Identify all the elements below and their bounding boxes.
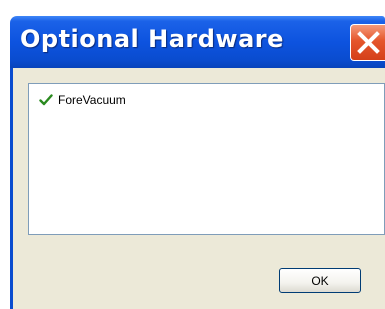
list-item-label: ForeVacuum — [58, 93, 126, 107]
list-item-forevacuum[interactable]: ForeVacuum — [39, 92, 126, 108]
hardware-list[interactable]: ForeVacuum — [28, 83, 385, 235]
window-title: Optional Hardware — [20, 25, 284, 53]
dialog-body: ForeVacuum OK — [10, 68, 385, 309]
checkmark-icon — [39, 94, 53, 106]
title-bar[interactable]: Optional Hardware — [10, 16, 385, 68]
close-button[interactable] — [350, 24, 385, 61]
ok-button[interactable]: OK — [279, 268, 361, 293]
optional-hardware-dialog: Optional Hardware ForeVacuum OK — [10, 16, 385, 309]
close-icon — [357, 31, 380, 54]
